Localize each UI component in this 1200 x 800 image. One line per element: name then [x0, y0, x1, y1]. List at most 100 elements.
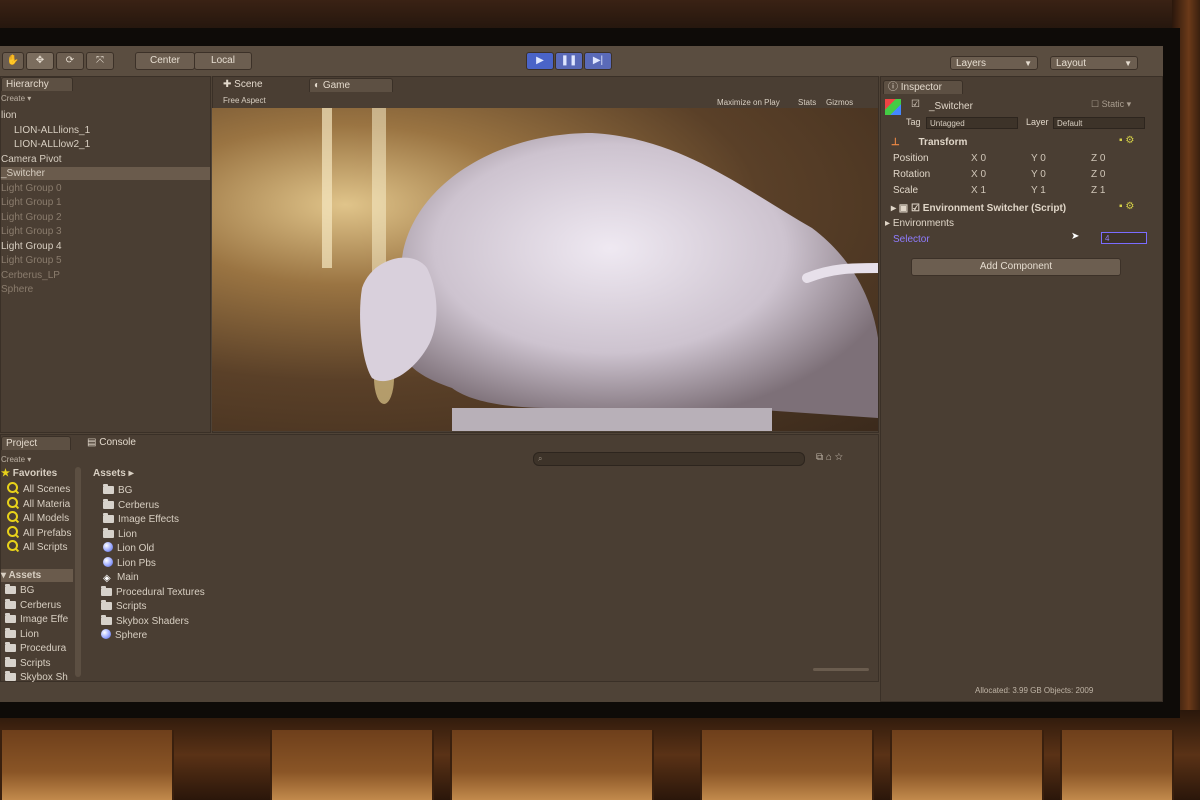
transform-icon: ⊥ [891, 137, 903, 148]
hierarchy-item[interactable]: Sphere [1, 283, 33, 296]
step-button[interactable]: ▶| [584, 52, 612, 70]
tree-scrollbar[interactable] [75, 467, 81, 677]
star-icon: ★ [1, 468, 10, 479]
tag-dropdown[interactable]: Untagged [926, 117, 1018, 129]
add-component-button[interactable]: Add Component [911, 258, 1121, 276]
tree-folder-item[interactable]: Procedura [5, 642, 66, 655]
hierarchy-item[interactable]: Light Group 4 [1, 240, 62, 253]
asset-item[interactable]: BG [103, 484, 132, 497]
component-settings-icon[interactable]: ▪ ⚙ [1119, 135, 1134, 146]
asset-item[interactable]: Procedural Textures [101, 586, 205, 599]
pivot-space-toggle[interactable]: Local [194, 52, 252, 70]
tree-folder-item[interactable]: Scripts [5, 657, 51, 670]
lion-render-image [322, 108, 878, 431]
hierarchy-item-selected[interactable]: _Switcher [1, 167, 210, 180]
project-search-input[interactable]: ⌕ [533, 452, 805, 466]
tab-scene[interactable]: ✚ Scene [219, 78, 299, 92]
hierarchy-item[interactable]: LION-ALLlions_1 [14, 124, 90, 137]
asset-item[interactable]: Lion Pbs [103, 557, 156, 570]
pause-button[interactable]: ❚❚ [555, 52, 583, 70]
hierarchy-item[interactable]: LION-ALLlow2_1 [14, 138, 90, 151]
script-component-header[interactable]: ▸ ▣ ☑ Environment Switcher (Script) [891, 203, 1066, 214]
asset-item[interactable]: Lion [103, 528, 137, 541]
tree-folder-item[interactable]: Cerberus [5, 599, 61, 612]
rotation-z-field[interactable]: Z 0 [1091, 169, 1105, 180]
tab-project[interactable]: Project [1, 436, 71, 450]
filter-icons[interactable]: ⧉ ⌂ ☆ [816, 451, 843, 464]
favorites-header[interactable]: ★ Favorites [1, 467, 57, 480]
rotation-x-field[interactable]: X 0 [971, 169, 986, 180]
favorite-item[interactable]: All Scripts [7, 540, 67, 553]
position-y-field[interactable]: Y 0 [1031, 153, 1046, 164]
scale-label: Scale [893, 185, 919, 196]
favorite-item[interactable]: All Scenes [7, 482, 70, 495]
hierarchy-item[interactable]: Light Group 3 [1, 225, 62, 238]
hand-tool-button[interactable]: ✋ [2, 52, 24, 70]
environments-foldout[interactable]: ▸ Environments [885, 218, 954, 229]
asset-item[interactable]: Scripts [101, 600, 147, 613]
game-viewport[interactable] [212, 108, 878, 431]
object-name-field[interactable]: _Switcher [929, 101, 973, 112]
hierarchy-item[interactable]: lion [1, 109, 17, 122]
scale-y-field[interactable]: Y 1 [1031, 185, 1046, 196]
move-icon: ✥ [35, 55, 45, 66]
rotation-y-field[interactable]: Y 0 [1031, 169, 1046, 180]
asset-item[interactable]: Sphere [101, 629, 147, 642]
rotate-icon: ⟳ [65, 55, 75, 66]
hierarchy-item[interactable]: Camera Pivot [1, 153, 62, 166]
hierarchy-create-button[interactable]: Create ▾ [1, 92, 31, 105]
tree-folder-item[interactable]: BG [5, 584, 34, 597]
aspect-dropdown[interactable]: Free Aspect [223, 94, 266, 107]
assets-tree-header[interactable]: ▾ Assets [1, 569, 73, 582]
active-checkbox[interactable]: ☑ [911, 99, 920, 110]
asset-item[interactable]: Cerberus [103, 499, 159, 512]
tab-game[interactable]: ◐ Game [309, 78, 393, 92]
move-tool-button[interactable]: ✥ [26, 52, 54, 70]
transform-header[interactable]: ⊥ Transform [891, 137, 967, 148]
search-icon [7, 497, 18, 508]
position-label: Position [893, 153, 929, 164]
tag-label: Tag [906, 117, 921, 127]
pivot-center-toggle[interactable]: Center [135, 52, 195, 70]
position-z-field[interactable]: Z 0 [1091, 153, 1105, 164]
folder-icon [103, 499, 114, 509]
selector-field[interactable]: 4 [1101, 232, 1147, 244]
hierarchy-panel: Hierarchy Create ▾ lion LION-ALLlions_1 … [0, 76, 211, 433]
asset-item[interactable]: Image Effects [103, 513, 179, 526]
zoom-slider[interactable] [813, 668, 869, 671]
tree-folder-item[interactable]: Lion [5, 628, 39, 641]
favorite-item[interactable]: All Models [7, 511, 69, 524]
hierarchy-item[interactable]: Cerberus_LP [1, 269, 60, 282]
tree-folder-item[interactable]: Image Effe [5, 613, 68, 626]
play-button[interactable]: ▶ [526, 52, 554, 70]
rotate-tool-button[interactable]: ⟳ [56, 52, 84, 70]
scale-tool-button[interactable]: ⤧ [86, 52, 114, 70]
layout-dropdown[interactable]: Layout ▼ [1050, 56, 1138, 70]
scale-x-field[interactable]: X 1 [971, 185, 986, 196]
tab-console[interactable]: ▤ Console [83, 436, 163, 450]
scale-z-field[interactable]: Z 1 [1091, 185, 1105, 196]
asset-item[interactable]: Skybox Shaders [101, 615, 189, 628]
asset-item[interactable]: Lion Old [103, 542, 154, 555]
static-toggle[interactable]: ☐ Static ▾ [1091, 99, 1131, 110]
hierarchy-item[interactable]: Light Group 5 [1, 254, 62, 267]
tab-inspector[interactable]: ⓘ Inspector [883, 80, 963, 94]
tree-folder-item[interactable]: Skybox Sh [5, 671, 68, 684]
layer-dropdown[interactable]: Default [1053, 117, 1145, 129]
hierarchy-item[interactable]: Light Group 0 [1, 182, 62, 195]
chevron-down-icon: ▼ [1024, 59, 1032, 68]
favorite-item[interactable]: All Materia [7, 497, 70, 510]
hierarchy-item[interactable]: Light Group 2 [1, 211, 62, 224]
assets-breadcrumb[interactable]: Assets ▸ [93, 467, 134, 480]
tab-hierarchy[interactable]: Hierarchy [1, 77, 73, 91]
favorite-item[interactable]: All Prefabs [7, 526, 71, 539]
folder-icon [5, 657, 16, 667]
asset-item[interactable]: ◈ Main [103, 571, 139, 584]
project-create-button[interactable]: Create ▾ [1, 453, 31, 466]
layers-dropdown[interactable]: Layers ▼ [950, 56, 1038, 70]
hand-icon: ✋ [6, 55, 20, 66]
component-settings-icon[interactable]: ▪ ⚙ [1119, 201, 1134, 212]
search-icon [7, 511, 18, 522]
hierarchy-item[interactable]: Light Group 1 [1, 196, 62, 209]
position-x-field[interactable]: X 0 [971, 153, 986, 164]
